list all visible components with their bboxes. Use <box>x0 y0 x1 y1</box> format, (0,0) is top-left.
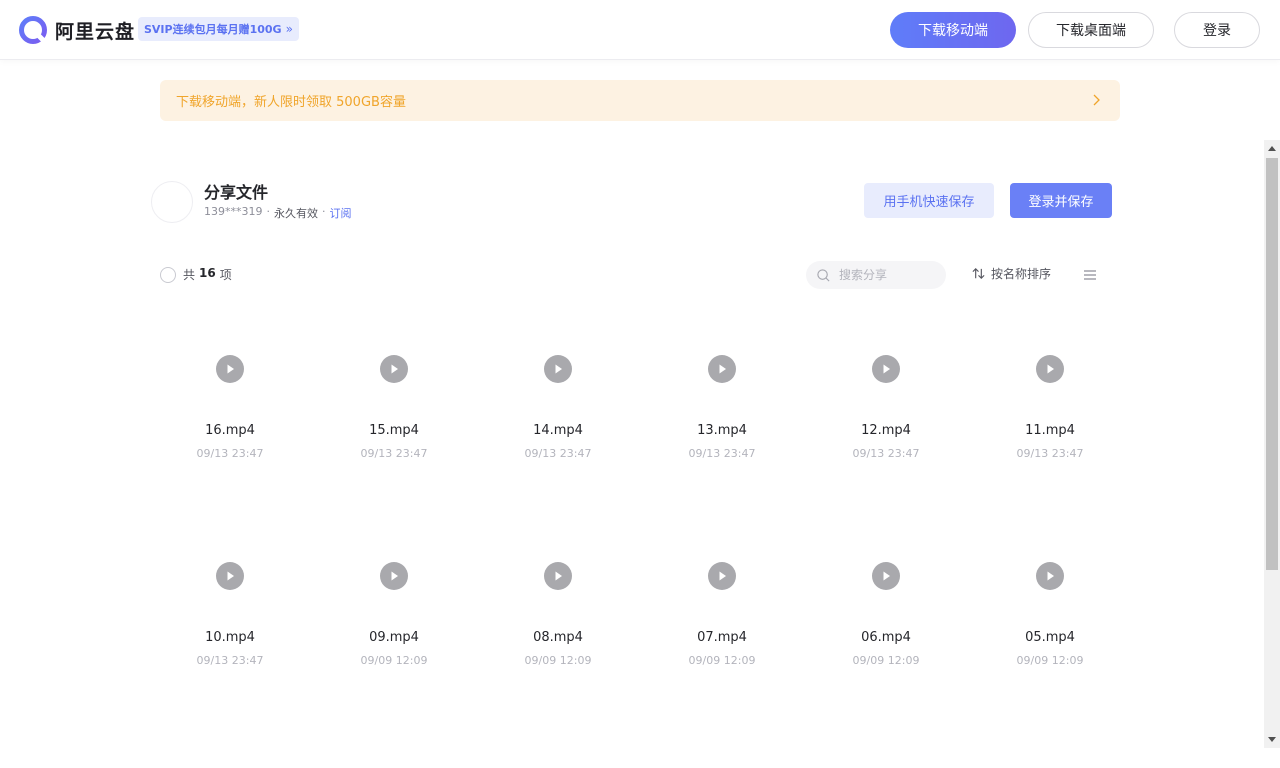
file-item[interactable]: 09.mp4 09/09 12:09 <box>324 532 464 702</box>
item-count-value: 16 <box>199 266 216 280</box>
file-date: 09/09 12:09 <box>852 654 920 667</box>
video-play-icon <box>380 355 408 383</box>
video-play-icon <box>380 562 408 590</box>
login-and-save-button[interactable]: 登录并保存 <box>1010 183 1112 218</box>
file-item[interactable]: 11.mp4 09/13 23:47 <box>980 325 1120 495</box>
file-date: 09/13 23:47 <box>524 447 592 460</box>
double-chevron-right-icon: » <box>285 22 293 36</box>
file-date: 09/13 23:47 <box>1016 447 1084 460</box>
download-mobile-button[interactable]: 下载移动端 <box>890 12 1016 48</box>
file-date: 09/13 23:47 <box>196 447 264 460</box>
scrollbar[interactable] <box>1264 140 1280 748</box>
search-box[interactable] <box>806 261 946 289</box>
share-meta: 139***319 · 永久有效 · 订阅 <box>204 205 352 221</box>
aliyun-drive-logo-icon <box>19 16 47 44</box>
logo-text: 阿里云盘 <box>55 20 136 43</box>
file-date: 09/09 12:09 <box>1016 654 1084 667</box>
file-name: 09.mp4 <box>369 630 419 645</box>
video-play-icon <box>1036 355 1064 383</box>
sort-icon <box>972 268 985 279</box>
item-count: 共 16 项 <box>183 266 232 283</box>
select-all-checkbox[interactable] <box>160 267 176 283</box>
file-date: 09/13 23:47 <box>196 654 264 667</box>
file-item[interactable]: 12.mp4 09/13 23:47 <box>816 325 956 495</box>
file-item[interactable]: 15.mp4 09/13 23:47 <box>324 325 464 495</box>
file-item[interactable]: 08.mp4 09/09 12:09 <box>488 532 628 702</box>
video-play-icon <box>216 562 244 590</box>
scroll-down-arrow-icon[interactable] <box>1268 737 1276 742</box>
file-name: 11.mp4 <box>1025 423 1075 438</box>
video-play-icon <box>708 562 736 590</box>
meta-separator: · <box>322 205 326 218</box>
top-header: 阿里云盘 SVIP连续包月每月赠100G » 下载移动端 下载桌面端 登录 <box>0 0 1280 60</box>
chevron-right-icon <box>1093 94 1100 106</box>
sort-by-name-button[interactable]: 按名称排序 <box>971 265 1051 282</box>
file-item[interactable]: 10.mp4 09/13 23:47 <box>160 532 300 702</box>
file-item[interactable]: 05.mp4 09/09 12:09 <box>980 532 1120 702</box>
video-play-icon <box>872 355 900 383</box>
list-view-icon[interactable] <box>1082 267 1098 283</box>
file-date: 09/13 23:47 <box>688 447 756 460</box>
video-play-icon <box>544 562 572 590</box>
file-name: 12.mp4 <box>861 423 911 438</box>
video-play-icon <box>708 355 736 383</box>
file-name: 10.mp4 <box>205 630 255 645</box>
file-date: 09/09 12:09 <box>360 654 428 667</box>
item-count-suffix: 项 <box>219 268 232 282</box>
video-play-icon <box>1036 562 1064 590</box>
file-name: 07.mp4 <box>697 630 747 645</box>
svip-promo-label: SVIP连续包月每月赠100G <box>144 23 282 36</box>
item-count-prefix: 共 <box>183 268 196 282</box>
avatar <box>151 181 193 223</box>
sort-label: 按名称排序 <box>991 267 1052 281</box>
svip-promo-badge[interactable]: SVIP连续包月每月赠100G » <box>138 17 299 41</box>
logo[interactable]: 阿里云盘 <box>18 15 135 45</box>
promo-banner[interactable]: 下载移动端，新人限时领取 500GB容量 <box>160 80 1120 121</box>
share-title: 分享文件 <box>204 183 269 202</box>
file-name: 15.mp4 <box>369 423 419 438</box>
file-item[interactable]: 16.mp4 09/13 23:47 <box>160 325 300 495</box>
file-date: 09/09 12:09 <box>524 654 592 667</box>
share-owner: 139***319 <box>204 205 263 218</box>
file-item[interactable]: 13.mp4 09/13 23:47 <box>652 325 792 495</box>
file-item[interactable]: 06.mp4 09/09 12:09 <box>816 532 956 702</box>
login-button[interactable]: 登录 <box>1174 12 1260 48</box>
file-date: 09/13 23:47 <box>360 447 428 460</box>
file-name: 05.mp4 <box>1025 630 1075 645</box>
promo-banner-text: 下载移动端，新人限时领取 500GB容量 <box>176 95 406 110</box>
file-name: 16.mp4 <box>205 423 255 438</box>
file-name: 08.mp4 <box>533 630 583 645</box>
file-name: 13.mp4 <box>697 423 747 438</box>
search-input[interactable] <box>837 267 937 283</box>
file-item[interactable]: 07.mp4 09/09 12:09 <box>652 532 792 702</box>
share-validity: 永久有效 <box>274 207 318 220</box>
video-play-icon <box>544 355 572 383</box>
meta-separator: · <box>266 205 271 218</box>
file-name: 14.mp4 <box>533 423 583 438</box>
download-desktop-button[interactable]: 下载桌面端 <box>1028 12 1154 48</box>
video-play-icon <box>872 562 900 590</box>
file-date: 09/09 12:09 <box>688 654 756 667</box>
scroll-up-arrow-icon[interactable] <box>1268 146 1276 151</box>
file-date: 09/13 23:47 <box>852 447 920 460</box>
file-item[interactable]: 14.mp4 09/13 23:47 <box>488 325 628 495</box>
save-by-phone-button[interactable]: 用手机快速保存 <box>864 183 994 218</box>
scroll-thumb[interactable] <box>1266 158 1278 570</box>
video-play-icon <box>216 355 244 383</box>
search-icon <box>817 268 830 282</box>
subscribe-link[interactable]: 订阅 <box>330 205 352 221</box>
file-name: 06.mp4 <box>861 630 911 645</box>
